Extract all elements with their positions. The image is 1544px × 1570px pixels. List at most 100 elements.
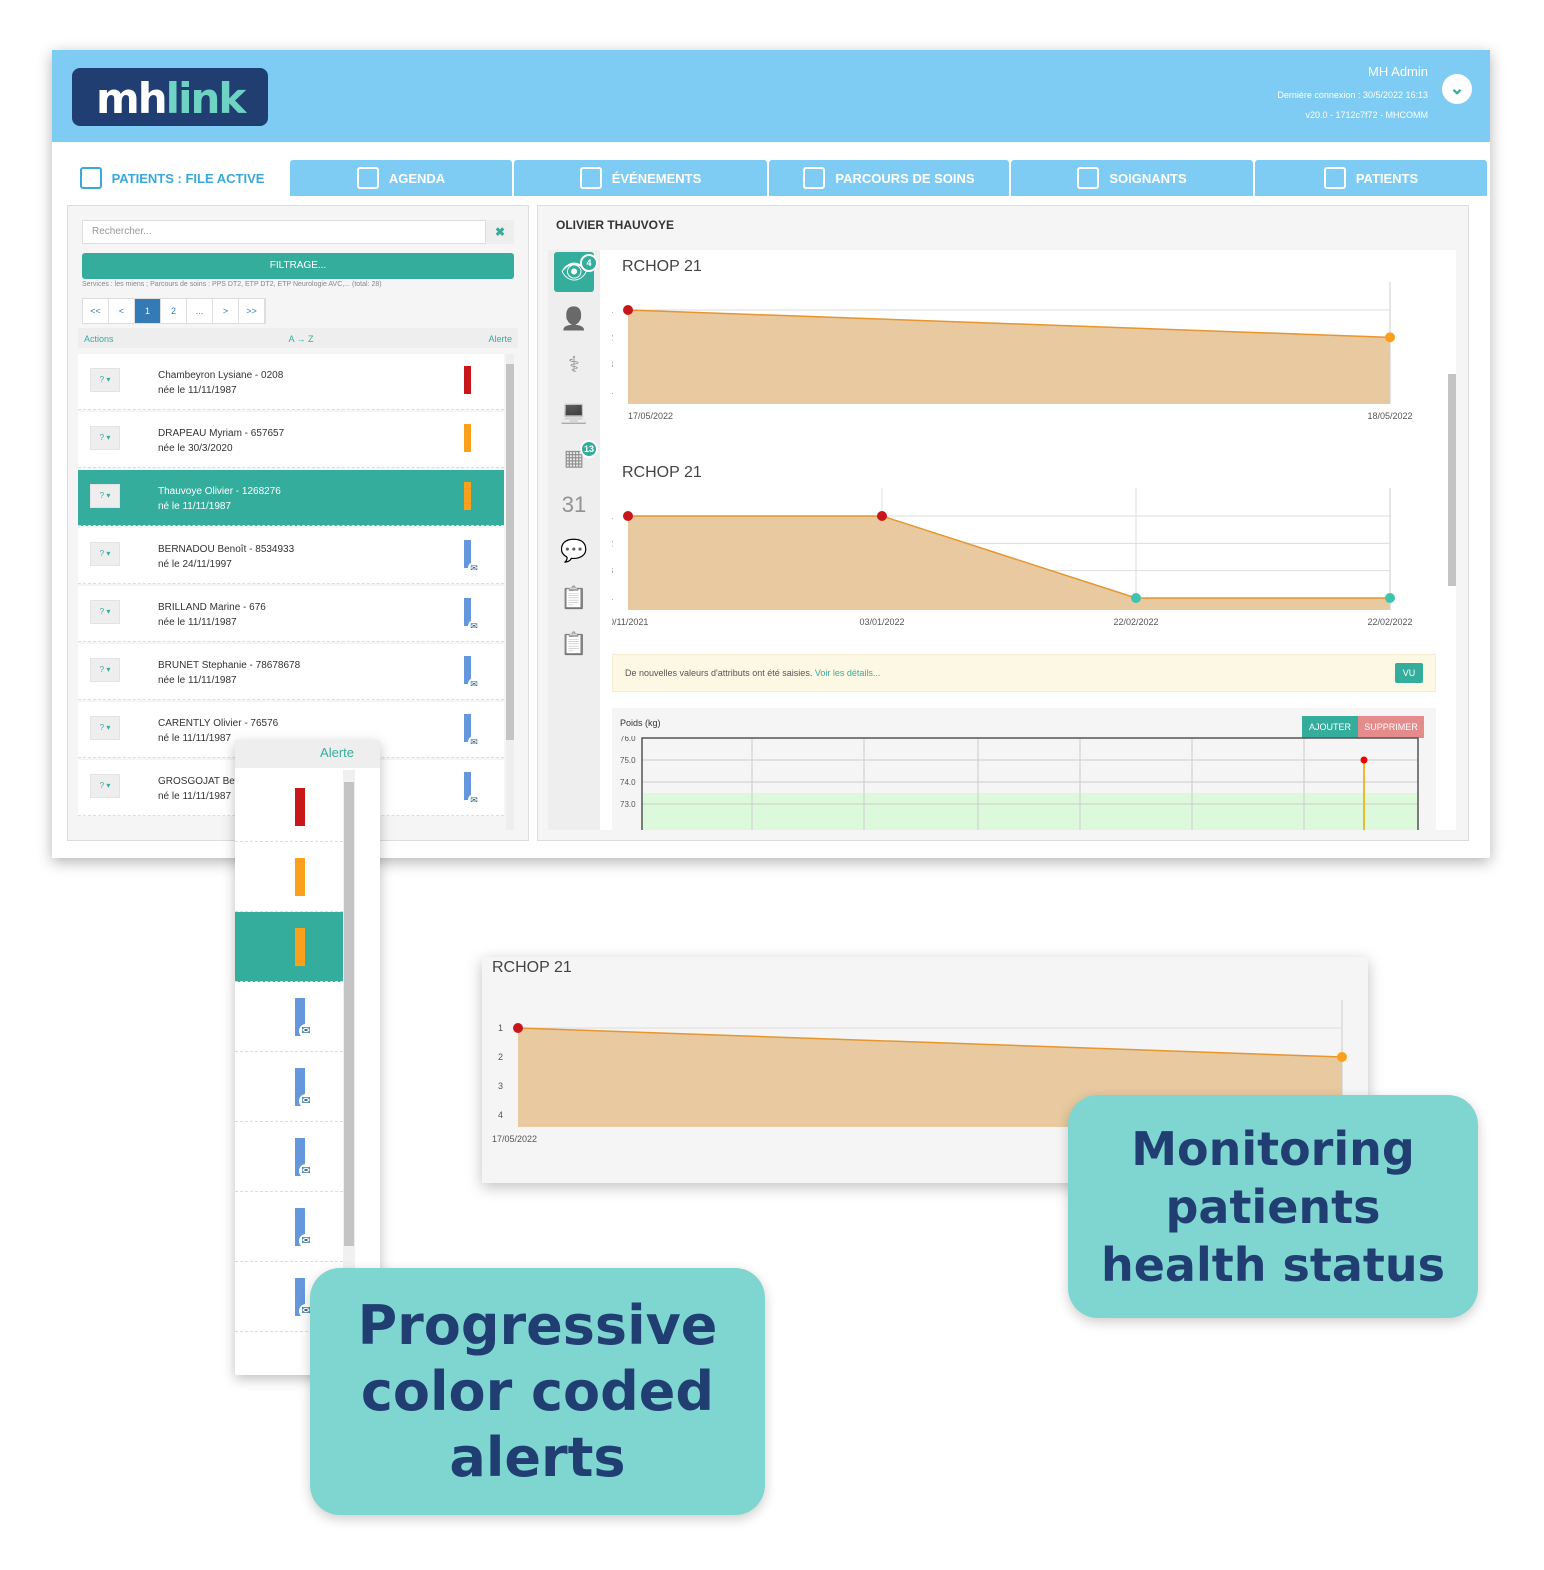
user-icon[interactable]: 👤 — [554, 299, 594, 339]
column-sort-az[interactable]: A → Z — [288, 334, 313, 348]
alert-cell[interactable]: ✉ — [235, 982, 343, 1052]
data-point — [1385, 332, 1395, 343]
area-fill — [628, 516, 1390, 610]
user-name: MH Admin — [1368, 64, 1428, 79]
mail-icon: ✉ — [468, 736, 480, 748]
actions-dropdown[interactable]: ? ▾ — [90, 368, 120, 392]
column-alert[interactable]: Alerte — [488, 334, 512, 348]
x-tick-label: 22/02/2022 — [1113, 617, 1158, 627]
calendar-icon — [356, 167, 379, 189]
patient-row[interactable]: ? ▾ BRUNET Stephanie - 78678678 née le 11… — [78, 644, 504, 700]
mail-icon: ✉ — [299, 1234, 313, 1248]
patient-name: OLIVIER THAUVOYE — [556, 218, 675, 232]
page-button[interactable]: 2 — [161, 299, 187, 323]
calendar-icon[interactable]: ▦ 13 — [554, 438, 598, 478]
scrollbar[interactable] — [506, 354, 514, 830]
actions-dropdown[interactable]: ? ▾ — [90, 658, 120, 682]
actions-dropdown[interactable]: ? ▾ — [90, 542, 120, 566]
y-tick-label: 2 — [612, 538, 613, 548]
actions-dropdown[interactable]: ? ▾ — [90, 600, 120, 624]
user-icon — [1323, 167, 1346, 189]
tab-4[interactable]: SOIGNANTS — [1011, 160, 1253, 196]
alert-cell[interactable]: ✉ — [235, 1052, 343, 1122]
chart-title: RCHOP 21 — [622, 258, 702, 275]
actions-dropdown[interactable]: ? ▾ — [90, 426, 120, 450]
patient-birth: né le 24/11/1997 — [158, 559, 232, 570]
chat-bubble-icon[interactable]: 💬 — [554, 531, 594, 571]
calendar-31-icon[interactable]: 31 — [554, 485, 594, 525]
mail-icon: ✉ — [468, 562, 480, 574]
count-badge: 13 — [580, 440, 598, 458]
notice-banner: De nouvelles valeurs d'attributs ont été… — [612, 654, 1436, 692]
add-button[interactable]: AJOUTER — [1302, 716, 1358, 738]
patient-birth: née le 11/11/1987 — [158, 385, 237, 396]
mail-icon: ✉ — [299, 1164, 313, 1178]
clipboard-icon[interactable]: 📋 — [554, 624, 594, 664]
x-tick-label: 17/05/2022 — [628, 411, 673, 421]
alert-cell[interactable] — [235, 772, 343, 842]
x-tick-label: 18/05/2022 — [1367, 411, 1412, 421]
mail-icon: ✉ — [299, 1024, 313, 1038]
alert-cell[interactable]: ✉ — [235, 1122, 343, 1192]
user-icon — [1077, 167, 1100, 189]
count-badge: 4 — [580, 254, 598, 272]
alert-header: Alerte — [235, 740, 380, 768]
patient-row[interactable]: ? ▾ BRILLAND Marine - 676 née le 11/11/19… — [78, 586, 504, 642]
patient-name: BRILLAND Marine - 676 — [158, 602, 266, 613]
seen-button[interactable]: VU — [1395, 663, 1423, 683]
eye-icon[interactable]: 👁 4 — [554, 252, 598, 292]
actions-dropdown[interactable]: ? ▾ — [90, 774, 120, 798]
column-actions[interactable]: Actions — [84, 334, 114, 348]
tab-3[interactable]: PARCOURS DE SOINS — [769, 160, 1009, 196]
filter-button[interactable]: FILTRAGE... — [82, 253, 514, 279]
clipboard-icon — [579, 167, 602, 189]
patient-row[interactable]: ? ▾ Thauvoye Olivier - 1268276 né le 11/1… — [78, 470, 504, 526]
details-link[interactable]: Voir les détails... — [815, 668, 881, 678]
page-button[interactable]: > — [213, 299, 239, 323]
normal-range-band — [642, 793, 1418, 830]
mail-icon: ✉ — [299, 1094, 313, 1108]
clear-search-button[interactable]: ✖ — [486, 220, 514, 244]
actions-dropdown[interactable]: ? ▾ — [90, 716, 120, 740]
clipboard-icon[interactable]: 📋 — [554, 578, 594, 618]
data-point — [1337, 1052, 1347, 1062]
tab-1[interactable]: AGENDA — [290, 160, 512, 196]
scrollbar[interactable] — [1448, 260, 1456, 820]
patient-row[interactable]: ? ▾ Chambeyron Lysiane - 0208 née le 11/1… — [78, 354, 504, 410]
patient-row[interactable]: ? ▾ DRAPEAU Myriam - 657657 née le 30/3/2… — [78, 412, 504, 468]
laptop-icon[interactable]: 💻 — [554, 392, 594, 432]
pagination: << <1 2... > >> — [82, 298, 266, 324]
page-button[interactable]: < — [109, 299, 135, 323]
tab-5[interactable]: PATIENTS — [1255, 160, 1487, 196]
delete-button[interactable]: SUPPRIMER — [1358, 716, 1424, 738]
alert-cell[interactable] — [235, 912, 343, 982]
page-button[interactable]: 1 — [135, 299, 161, 323]
patient-name: Chambeyron Lysiane - 0208 — [158, 370, 284, 381]
patient-birth: né le 11/11/1987 — [158, 501, 232, 512]
alert-orange-indicator — [295, 928, 305, 966]
search-input[interactable]: Rechercher... — [82, 220, 486, 244]
patient-birth: née le 11/11/1987 — [158, 675, 237, 686]
tab-0[interactable]: PATIENTS : FILE ACTIVE — [56, 160, 288, 196]
y-tick-label: 4 — [612, 593, 613, 603]
y-tick-label: 1 — [612, 511, 613, 521]
detail-sidebar: 👁 4 👤 ⚕ 💻 ▦ 13 31 💬 📋 📋 — [548, 250, 600, 830]
alert-cell[interactable] — [235, 842, 343, 912]
page-button[interactable]: << — [83, 299, 109, 323]
stethoscope-icon[interactable]: ⚕ — [554, 345, 594, 385]
chevron-down-icon[interactable]: ⌄ — [1442, 74, 1472, 104]
patient-row[interactable]: ? ▾ BERNADOU Benoît - 8534933 né le 24/11… — [78, 528, 504, 584]
filter-summary: Services : les miens ; Parcours de soins… — [82, 281, 382, 288]
data-point — [623, 511, 633, 521]
page-button[interactable]: ... — [187, 299, 213, 323]
tab-2[interactable]: ÉVÉNEMENTS — [514, 160, 767, 196]
actions-dropdown[interactable]: ? ▾ — [90, 484, 120, 508]
last-login: Dernière connexion : 30/5/2022 16:13 — [1277, 90, 1428, 100]
page-button[interactable]: >> — [239, 299, 265, 323]
header: mhlink MH Admin Dernière connexion : 30/… — [52, 50, 1490, 142]
alert-orange-indicator — [295, 858, 305, 896]
patient-name: GROSGOJAT Be — [158, 776, 235, 787]
alert-cell[interactable]: ✉ — [235, 1192, 343, 1262]
logo[interactable]: mhlink — [72, 68, 268, 126]
patient-birth: né le 11/11/1987 — [158, 791, 232, 802]
